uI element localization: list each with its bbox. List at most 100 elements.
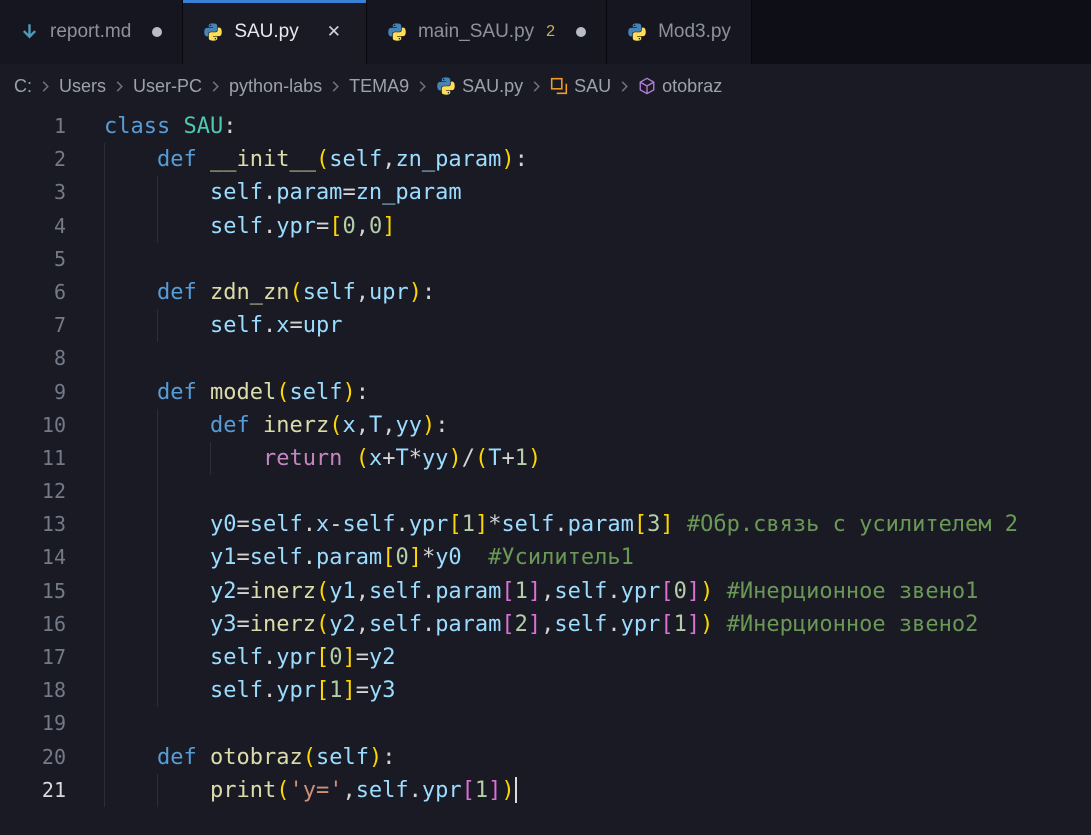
modified-dot-icon[interactable] — [576, 27, 586, 37]
line-number[interactable]: 9 — [0, 376, 66, 409]
code-line[interactable]: 19 — [0, 707, 1091, 740]
code-line[interactable]: 10 def inerz(x,T,yy): — [0, 409, 1091, 442]
code-token: param — [435, 579, 501, 604]
code-line[interactable]: 14 y1=self.param[0]*y0 #Усилитель1 — [0, 541, 1091, 574]
line-number[interactable]: 16 — [0, 608, 66, 641]
code-token: , — [356, 214, 369, 239]
line-number[interactable]: 2 — [0, 143, 66, 176]
code-token: . — [554, 512, 567, 537]
code-line[interactable]: 5 — [0, 243, 1091, 276]
code-line-content[interactable]: self.ypr[0]=y2 — [104, 641, 1091, 674]
line-number[interactable]: 20 — [0, 741, 66, 774]
indent-guide — [104, 210, 105, 243]
line-number[interactable]: 10 — [0, 409, 66, 442]
code-line[interactable]: 3 self.param=zn_param — [0, 176, 1091, 209]
close-icon[interactable]: ✕ — [322, 20, 346, 44]
indent-guide — [104, 342, 105, 375]
chevron-right-icon — [38, 79, 53, 94]
code-line-content[interactable] — [104, 707, 1091, 740]
code-token: def — [157, 380, 197, 405]
code-token: ) — [528, 446, 541, 471]
code-line-content[interactable]: y2=inerz(y1,self.param[1],self.ypr[0]) #… — [104, 575, 1091, 608]
code-line[interactable]: 8 — [0, 342, 1091, 375]
tab-Mod3.py[interactable]: Mod3.py — [607, 0, 752, 64]
tab-SAU.py[interactable]: SAU.py✕ — [183, 0, 367, 64]
breadcrumb-label: C: — [14, 76, 32, 97]
line-number[interactable]: 6 — [0, 276, 66, 309]
code-line[interactable]: 2 def __init__(self,zn_param): — [0, 143, 1091, 176]
code-token: self — [250, 545, 303, 570]
tab-main_SAU.py[interactable]: main_SAU.py2 — [367, 0, 607, 64]
code-line[interactable]: 4 self.ypr=[0,0] — [0, 210, 1091, 243]
line-number[interactable]: 13 — [0, 508, 66, 541]
code-line[interactable]: 7 self.x=upr — [0, 309, 1091, 342]
line-number[interactable]: 15 — [0, 575, 66, 608]
code-token: ) — [342, 380, 355, 405]
code-line[interactable]: 9 def model(self): — [0, 376, 1091, 409]
line-number[interactable]: 17 — [0, 641, 66, 674]
code-line[interactable]: 6 def zdn_zn(self,upr): — [0, 276, 1091, 309]
line-number[interactable]: 11 — [0, 442, 66, 475]
code-token: 1 — [515, 446, 528, 471]
code-line-content[interactable] — [104, 342, 1091, 375]
code-line[interactable]: 17 self.ypr[0]=y2 — [0, 641, 1091, 674]
code-editor[interactable]: 1class SAU:2 def __init__(self,zn_param)… — [0, 108, 1091, 835]
breadcrumb-item-SAU[interactable]: SAU — [550, 76, 611, 97]
line-number[interactable]: 4 — [0, 210, 66, 243]
breadcrumb-item-Users[interactable]: Users — [59, 76, 106, 97]
code-token: = — [356, 645, 369, 670]
line-number[interactable]: 21 — [0, 774, 66, 807]
tab-report.md[interactable]: report.md — [0, 0, 183, 64]
line-number[interactable]: 3 — [0, 176, 66, 209]
python-icon — [627, 22, 647, 42]
code-line-content[interactable]: return (x+T*yy)/(T+1) — [104, 442, 1091, 475]
code-token: ) — [700, 612, 713, 637]
breadcrumb-item-SAU.py[interactable]: SAU.py — [436, 76, 523, 97]
code-line-content[interactable]: class SAU: — [104, 110, 1091, 143]
code-line-content[interactable]: y1=self.param[0]*y0 #Усилитель1 — [104, 541, 1091, 574]
breadcrumb-item-python-labs[interactable]: python-labs — [229, 76, 322, 97]
code-line[interactable]: 15 y2=inerz(y1,self.param[1],self.ypr[0]… — [0, 575, 1091, 608]
code-token: ] — [475, 512, 488, 537]
line-number[interactable]: 5 — [0, 243, 66, 276]
code-line[interactable]: 16 y3=inerz(y2,self.param[2],self.ypr[1]… — [0, 608, 1091, 641]
code-line[interactable]: 20 def otobraz(self): — [0, 741, 1091, 774]
line-number[interactable]: 14 — [0, 541, 66, 574]
line-number[interactable]: 8 — [0, 342, 66, 375]
code-line-content[interactable]: self.ypr=[0,0] — [104, 210, 1091, 243]
code-token — [342, 446, 355, 471]
code-token: y0 — [210, 512, 237, 537]
code-line[interactable]: 11 return (x+T*yy)/(T+1) — [0, 442, 1091, 475]
modified-dot-icon[interactable] — [152, 27, 162, 37]
code-token: #Усилитель1 — [488, 545, 634, 570]
code-line-content[interactable]: self.ypr[1]=y3 — [104, 674, 1091, 707]
code-line-content[interactable]: def model(self): — [104, 376, 1091, 409]
line-number[interactable]: 1 — [0, 110, 66, 143]
line-number[interactable]: 18 — [0, 674, 66, 707]
code-line[interactable]: 18 self.ypr[1]=y3 — [0, 674, 1091, 707]
line-number[interactable]: 12 — [0, 475, 66, 508]
code-token: return — [263, 446, 342, 471]
code-line-content[interactable]: self.param=zn_param — [104, 176, 1091, 209]
line-number[interactable]: 19 — [0, 707, 66, 740]
line-number[interactable]: 7 — [0, 309, 66, 342]
breadcrumb-item-TEMA9[interactable]: TEMA9 — [349, 76, 409, 97]
code-line-content[interactable]: def otobraz(self): — [104, 741, 1091, 774]
code-line-content[interactable]: def __init__(self,zn_param): — [104, 143, 1091, 176]
code-line-content[interactable] — [104, 243, 1091, 276]
code-line[interactable]: 13 y0=self.x-self.ypr[1]*self.param[3] #… — [0, 508, 1091, 541]
code-line[interactable]: 21 print('y=',self.ypr[1]) — [0, 774, 1091, 807]
code-line-content[interactable] — [104, 475, 1091, 508]
code-line-content[interactable]: y3=inerz(y2,self.param[2],self.ypr[1]) #… — [104, 608, 1091, 641]
code-line-content[interactable]: print('y=',self.ypr[1]) — [104, 774, 1091, 807]
breadcrumb-item-User-PC[interactable]: User-PC — [133, 76, 202, 97]
code-line[interactable]: 12 — [0, 475, 1091, 508]
breadcrumb-item-otobraz[interactable]: otobraz — [638, 76, 722, 97]
code-line-content[interactable]: def zdn_zn(self,upr): — [104, 276, 1091, 309]
code-token: ) — [501, 778, 514, 803]
code-line-content[interactable]: self.x=upr — [104, 309, 1091, 342]
code-line[interactable]: 1 class SAU: — [0, 110, 1091, 143]
code-line-content[interactable]: y0=self.x-self.ypr[1]*self.param[3] #Обр… — [104, 508, 1091, 541]
code-line-content[interactable]: def inerz(x,T,yy): — [104, 409, 1091, 442]
breadcrumb-item-C:[interactable]: C: — [14, 76, 32, 97]
